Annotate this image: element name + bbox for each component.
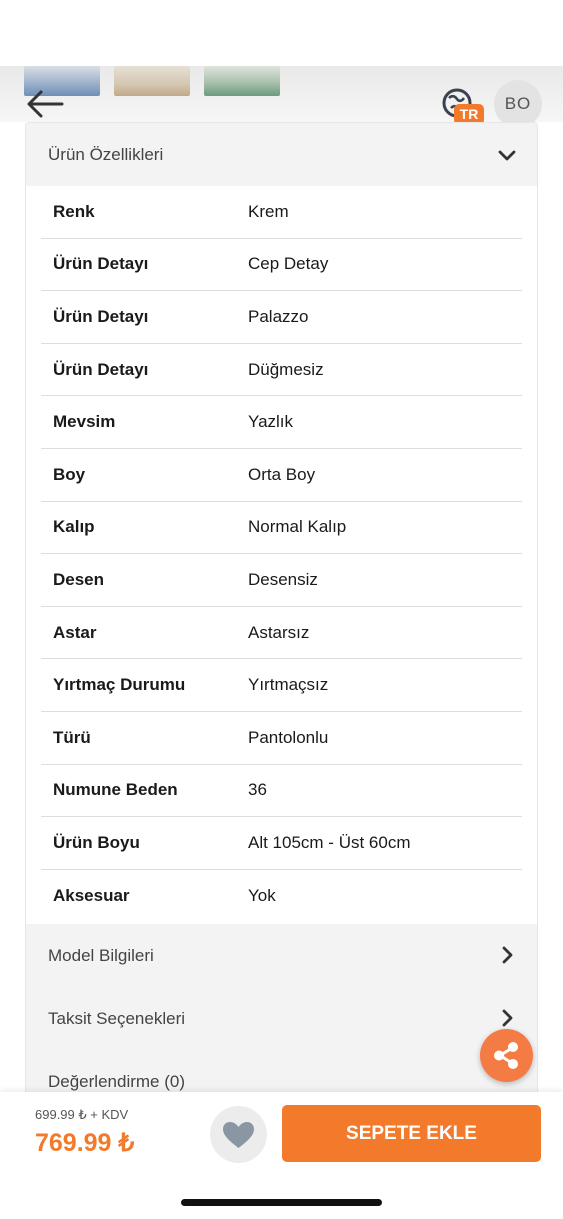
spec-value: Cep Detay <box>248 254 329 274</box>
product-features-table: Renk Krem Ürün Detayı Cep Detay Ürün Detay… <box>41 186 522 922</box>
status-bar-area <box>0 0 563 66</box>
spec-row: Mevsim Yazlık <box>41 396 522 449</box>
reviews-section[interactable]: Değerlendirme (0) <box>26 1050 537 1096</box>
spec-value: Orta Boy <box>248 464 316 484</box>
spec-row: Desen Desensiz <box>41 554 522 607</box>
product-features-title: Ürün Özellikleri <box>48 144 164 164</box>
installment-options-label: Taksit Seçenekleri <box>48 1008 186 1028</box>
spec-value: Astarsız <box>248 622 310 642</box>
spec-value: Yırtmaçsız <box>248 675 329 695</box>
spec-value: Yok <box>248 886 276 906</box>
user-avatar[interactable]: BO <box>494 80 542 128</box>
spec-key: Aksesuar <box>53 886 130 906</box>
installment-options-section[interactable]: Taksit Seçenekleri <box>26 987 537 1051</box>
product-features-header[interactable]: Ürün Özellikleri <box>26 123 537 186</box>
spec-key: Mevsim <box>53 412 116 432</box>
spec-key: Desen <box>53 569 105 589</box>
spec-key: Boy <box>53 464 86 484</box>
spec-key: Ürün Detayı <box>53 306 149 326</box>
spec-value: Pantolonlu <box>248 727 329 747</box>
share-button[interactable] <box>480 1029 533 1082</box>
spec-key: Türü <box>53 727 91 747</box>
spec-value: Normal Kalıp <box>248 517 347 537</box>
spec-row: Aksesuar Yok <box>41 870 522 923</box>
model-info-label: Model Bilgileri <box>48 945 154 965</box>
spec-value: Krem <box>248 201 289 221</box>
spec-value: Palazzo <box>248 306 309 326</box>
spec-row: Kalıp Normal Kalıp <box>41 502 522 555</box>
spec-row: Boy Orta Boy <box>41 449 522 502</box>
spec-key: Ürün Detayı <box>53 359 149 379</box>
spec-value: Düğmesiz <box>248 359 324 379</box>
price-before-tax: 699.99 ₺ + KDV <box>35 1107 129 1122</box>
heart-icon <box>223 1122 254 1148</box>
spec-value: Desensiz <box>248 569 318 589</box>
spec-key: Yırtmaç Durumu <box>53 675 186 695</box>
product-thumbnail-3[interactable] <box>204 66 280 96</box>
spec-row: Numune Beden 36 <box>41 765 522 818</box>
back-arrow-icon <box>27 90 64 118</box>
spec-key: Ürün Boyu <box>53 832 140 852</box>
spec-value: 36 <box>248 780 267 800</box>
spec-row: Ürün Detayı Düğmesiz <box>41 344 522 397</box>
spec-value: Alt 105cm - Üst 60cm <box>248 832 411 852</box>
reviews-label: Değerlendirme (0) <box>48 1071 185 1091</box>
home-indicator <box>181 1199 382 1206</box>
chevron-right-icon <box>502 946 513 964</box>
product-details-panel: Ürün Özellikleri Renk Krem Ürün Detayı Cep… <box>25 122 538 1097</box>
price: 769.99 ₺ <box>35 1129 135 1157</box>
spec-key: Renk <box>53 201 95 221</box>
spec-row: Ürün Boyu Alt 105cm - Üst 60cm <box>41 817 522 870</box>
share-icon <box>494 1042 518 1069</box>
spec-key: Astar <box>53 622 97 642</box>
spec-row: Türü Pantolonlu <box>41 712 522 765</box>
favorite-button[interactable] <box>210 1106 267 1163</box>
spec-value: Yazlık <box>248 412 294 432</box>
back-button[interactable] <box>24 86 66 122</box>
spec-row: Renk Krem <box>41 186 522 239</box>
spec-row: Ürün Detayı Cep Detay <box>41 239 522 292</box>
product-thumbnail-2[interactable] <box>114 66 190 96</box>
spec-row: Ürün Detayı Palazzo <box>41 291 522 344</box>
model-info-section[interactable]: Model Bilgileri <box>26 924 537 988</box>
spec-row: Astar Astarsız <box>41 607 522 660</box>
add-to-cart-button[interactable]: SEPETE EKLE <box>282 1105 541 1162</box>
spec-key: Numune Beden <box>53 780 178 800</box>
spec-key: Ürün Detayı <box>53 254 149 274</box>
spec-key: Kalıp <box>53 517 95 537</box>
chevron-right-icon <box>502 1009 513 1027</box>
chevron-down-icon <box>498 150 516 161</box>
spec-row: Yırtmaç Durumu Yırtmaçsız <box>41 659 522 712</box>
